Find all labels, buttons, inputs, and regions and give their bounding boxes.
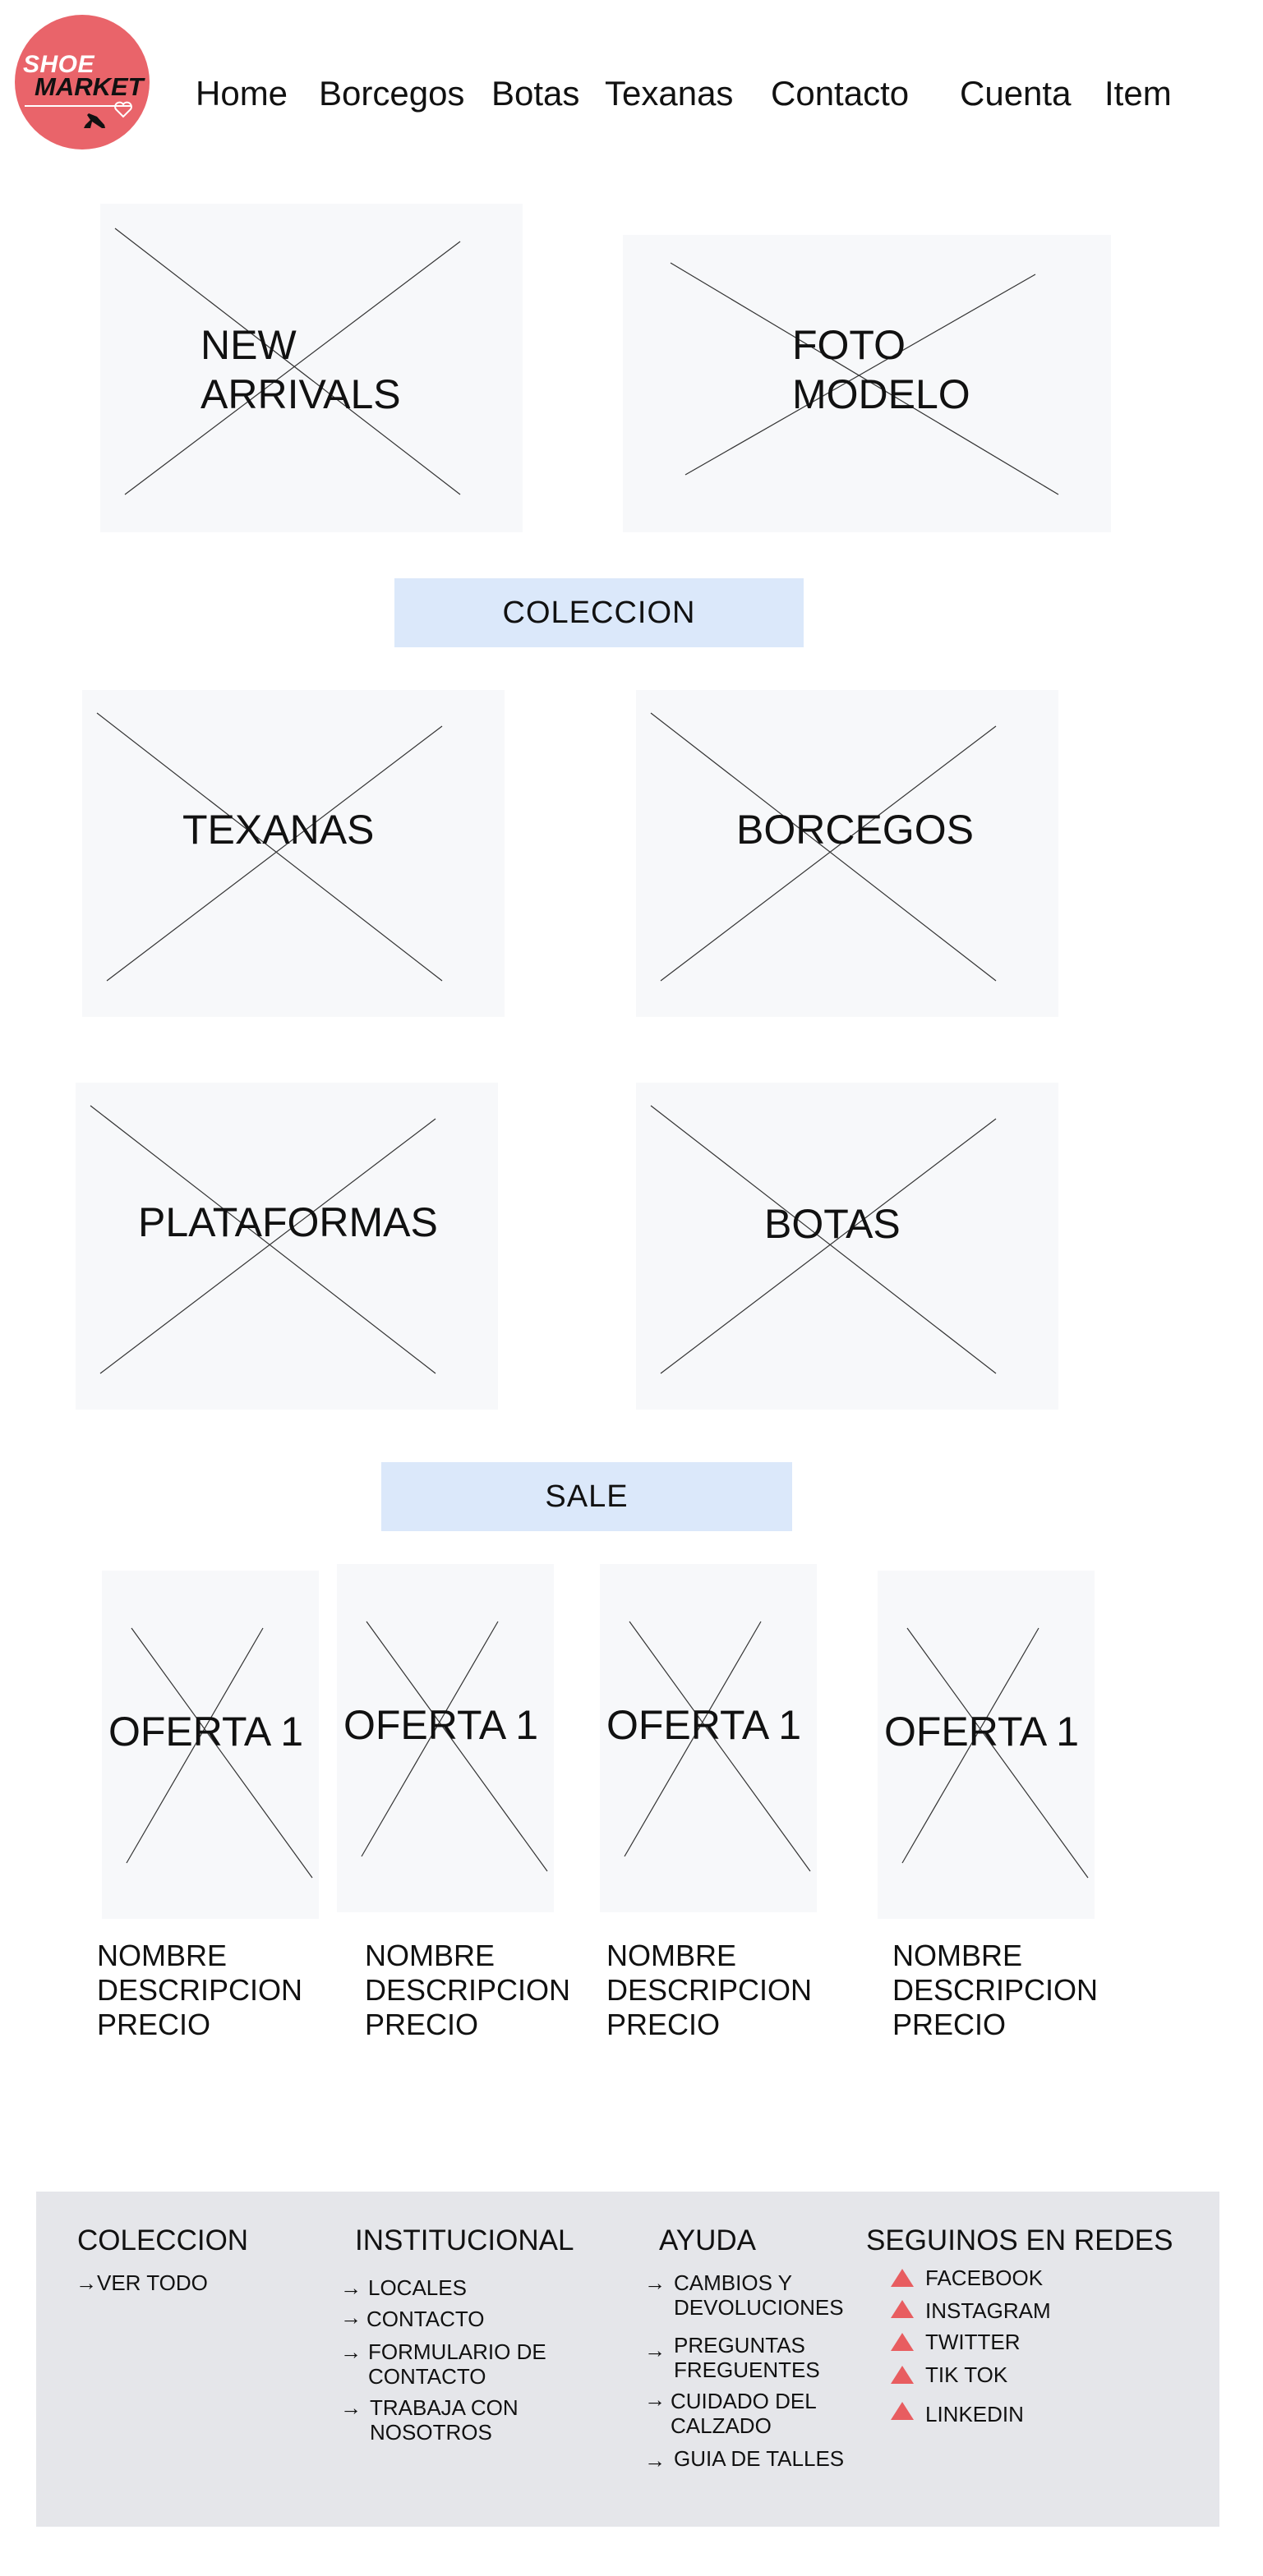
arrow-right-icon: → <box>340 2395 362 2420</box>
nav-contacto[interactable]: Contacto <box>771 74 909 113</box>
foto-modelo-label: FOTO MODELO <box>792 322 970 417</box>
footer-coleccion-title: COLECCION <box>77 2224 249 2256</box>
arrow-right-icon: → <box>340 2339 362 2364</box>
footer-link-facebook[interactable]: FACEBOOK <box>925 2266 1043 2290</box>
category-botas[interactable]: BOTAS <box>636 1083 1058 1410</box>
product-description: DESCRIPCION <box>97 1973 303 2007</box>
category-label: BORCEGOS <box>736 807 974 853</box>
footer-link-linkedin[interactable]: LINKEDIN <box>925 2402 1024 2426</box>
category-borcegos[interactable]: BORCEGOS <box>636 690 1058 1017</box>
footer-link-contacto[interactable]: CONTACTO <box>366 2307 484 2331</box>
product-description: DESCRIPCION <box>365 1973 571 2007</box>
category-label: BOTAS <box>764 1201 901 1247</box>
footer-link-preguntas-frecuentes[interactable]: PREGUNTAS FREGUENTES <box>674 2333 820 2382</box>
logo[interactable]: SHOE MARKET <box>15 15 150 150</box>
nav-home[interactable]: Home <box>196 74 288 113</box>
footer-link-cuidado-calzado[interactable]: CUIDADO DEL CALZADO <box>671 2389 817 2438</box>
product-image-label: OFERTA 1 <box>343 1702 539 1748</box>
product-image-label: OFERTA 1 <box>884 1709 1080 1755</box>
heart-icon <box>114 101 132 118</box>
footer-link-locales[interactable]: LOCALES <box>368 2275 467 2300</box>
footer-link-guia-talles[interactable]: GUIA DE TALLES <box>674 2446 844 2471</box>
product-image[interactable]: OFERTA 1 <box>600 1564 817 1912</box>
product-image-label: OFERTA 1 <box>606 1702 802 1748</box>
product-price: PRECIO <box>892 2008 1007 2041</box>
product-name: NOMBRE <box>365 1939 496 1972</box>
category-label: TEXANAS <box>182 807 375 853</box>
footer-ayuda-title: AYUDA <box>659 2224 756 2256</box>
new-arrivals-label: NEW ARRIVALS <box>201 322 401 417</box>
product-image[interactable]: OFERTA 1 <box>337 1564 554 1912</box>
product-info[interactable]: NOMBRE DESCRIPCION PRECIO <box>97 1939 302 2042</box>
arrow-right-icon: → <box>644 2270 666 2295</box>
arrow-right-icon: → <box>340 2275 362 2300</box>
arrow-right-icon: → <box>76 2270 97 2295</box>
nav-borcegos[interactable]: Borcegos <box>319 74 464 113</box>
product-image-label: OFERTA 1 <box>108 1709 304 1755</box>
footer-link-trabaja-con-nosotros[interactable]: TRABAJA CON NOSOTROS <box>370 2395 519 2445</box>
footer-link-cambios-devoluciones[interactable]: CAMBIOS Y DEVOLUCIONES <box>674 2270 844 2320</box>
high-heel-icon <box>84 113 105 128</box>
facebook-icon[interactable] <box>891 2269 914 2287</box>
nav-cuenta[interactable]: Cuenta <box>960 74 1071 113</box>
footer-institucional-title: INSTITUCIONAL <box>355 2224 574 2256</box>
footer-link-instagram[interactable]: INSTAGRAM <box>925 2298 1051 2323</box>
nav-texanas[interactable]: Texanas <box>605 74 733 113</box>
nav-item[interactable]: Item <box>1104 74 1172 113</box>
product-image[interactable]: OFERTA 1 <box>878 1571 1095 1919</box>
product-image[interactable]: OFERTA 1 <box>102 1571 319 1919</box>
nav-botas[interactable]: Botas <box>491 74 579 113</box>
footer-link-ver-todo[interactable]: VER TODO <box>97 2270 208 2295</box>
linkedin-icon[interactable] <box>891 2402 914 2420</box>
instagram-icon[interactable] <box>891 2300 914 2318</box>
footer-link-twitter[interactable]: TWITTER <box>925 2330 1021 2354</box>
category-plataformas[interactable]: PLATAFORMAS <box>76 1083 498 1410</box>
product-description: DESCRIPCION <box>892 1973 1099 2007</box>
foto-modelo-banner[interactable]: FOTO MODELO <box>623 235 1111 532</box>
category-label: PLATAFORMAS <box>138 1199 438 1245</box>
product-name: NOMBRE <box>97 1939 228 1972</box>
product-name: NOMBRE <box>606 1939 737 1972</box>
product-price: PRECIO <box>97 2008 211 2041</box>
product-name: NOMBRE <box>892 1939 1023 1972</box>
logo-text-market: MARKET <box>35 72 144 101</box>
footer-link-formulario-contacto[interactable]: FORMULARIO DE CONTACTO <box>368 2339 546 2389</box>
sale-section-title: SALE <box>381 1462 792 1531</box>
footer-link-tiktok[interactable]: TIK TOK <box>925 2362 1007 2387</box>
twitter-icon[interactable] <box>891 2333 914 2351</box>
arrow-right-icon: → <box>644 2448 666 2472</box>
tiktok-icon[interactable] <box>891 2366 914 2384</box>
footer-redes-title: SEGUINOS EN REDES <box>866 2224 1173 2256</box>
arrow-right-icon: → <box>340 2305 362 2330</box>
product-info[interactable]: NOMBRE DESCRIPCION PRECIO <box>365 1939 570 2042</box>
category-texanas[interactable]: TEXANAS <box>82 690 505 1017</box>
product-info[interactable]: NOMBRE DESCRIPCION PRECIO <box>892 1939 1098 2042</box>
arrow-right-icon: → <box>644 2387 666 2412</box>
coleccion-section-title: COLECCION <box>394 578 804 647</box>
footer: COLECCION → VER TODO INSTITUCIONAL → LOC… <box>36 2192 1219 2527</box>
product-info[interactable]: NOMBRE DESCRIPCION PRECIO <box>606 1939 812 2042</box>
new-arrivals-banner[interactable]: NEW ARRIVALS <box>100 204 523 532</box>
product-price: PRECIO <box>606 2008 721 2041</box>
arrow-right-icon: → <box>644 2338 666 2362</box>
product-description: DESCRIPCION <box>606 1973 813 2007</box>
product-price: PRECIO <box>365 2008 479 2041</box>
